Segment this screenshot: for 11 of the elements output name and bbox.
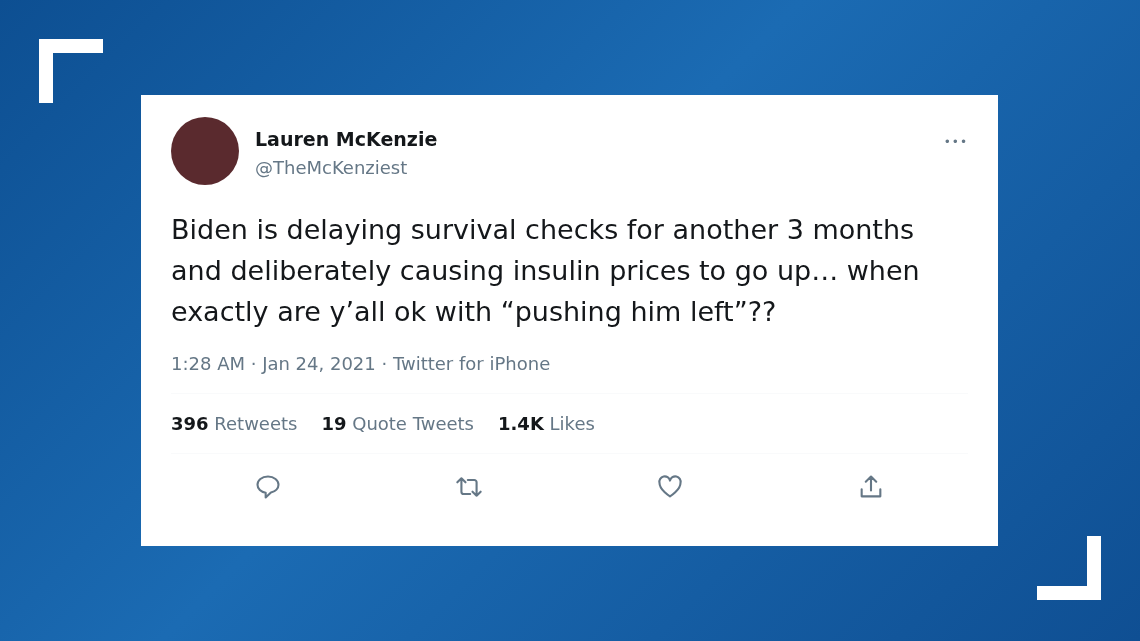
corner-bracket bbox=[1037, 536, 1101, 600]
reply-icon[interactable] bbox=[254, 473, 282, 501]
author-handle[interactable]: @TheMcKenziest bbox=[255, 153, 928, 181]
corner-bracket bbox=[39, 39, 103, 103]
engagement-count[interactable]: 19 Quote Tweets bbox=[321, 410, 474, 437]
engagement-count[interactable]: 396 Retweets bbox=[171, 410, 298, 437]
tweet-timestamp: 1:28 AM · Jan 24, 2021 · Twitter for iPhone bbox=[171, 352, 552, 376]
more-options-button[interactable]: ••• bbox=[943, 133, 968, 151]
author-name[interactable]: Lauren McKenzie bbox=[255, 125, 928, 154]
tweet-text: Biden is delaying survival checks for another 3 months and deliberately causing insulin prices to go up… when exactly are y’all ok with “pushing him left”?? bbox=[171, 213, 921, 329]
engagement-count[interactable]: 1.4K Likes bbox=[498, 410, 595, 437]
